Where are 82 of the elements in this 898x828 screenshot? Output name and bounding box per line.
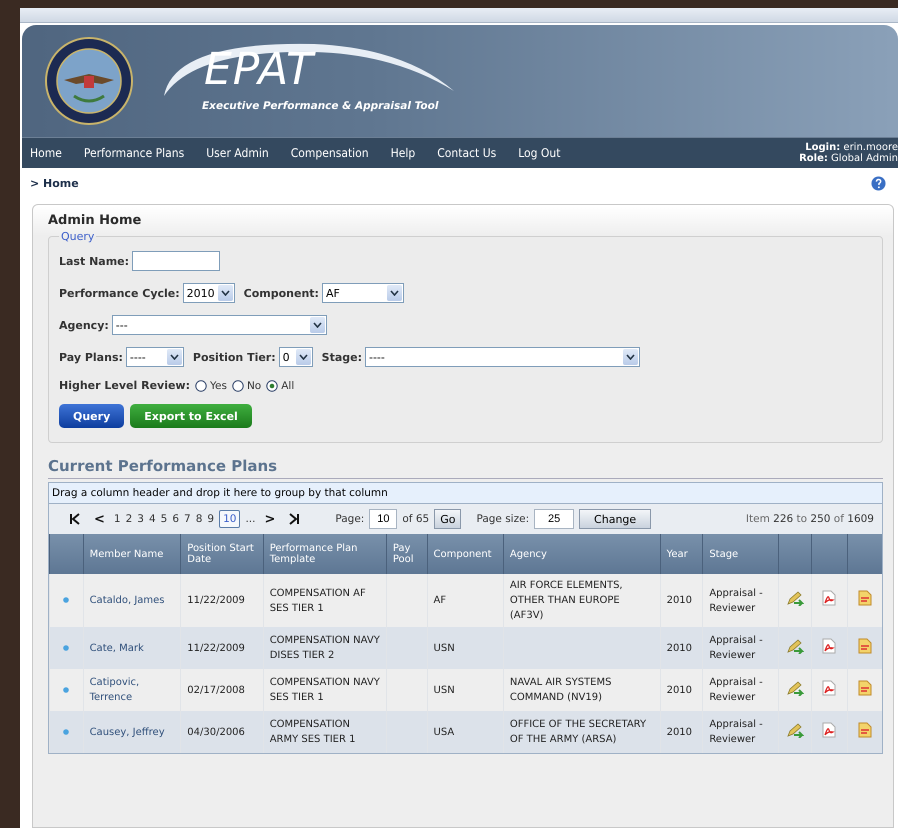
field-label: Agency: xyxy=(59,318,109,332)
page-link[interactable]: 3 xyxy=(137,513,144,525)
table-cell-text: COMPENSATION NAVY SES TIER 1 xyxy=(270,676,380,705)
field-label: Pay Plans: xyxy=(59,350,123,364)
component-dropdown[interactable]: AF xyxy=(322,283,404,303)
next-page-button[interactable]: > xyxy=(264,512,276,526)
page-count: of 65 xyxy=(402,513,430,525)
table-cell-text: Appraisal - Reviewer xyxy=(709,586,764,616)
tier-dropdown[interactable]: 0 xyxy=(278,347,313,367)
page-size-label: Page size: xyxy=(476,513,530,525)
field-label: Performance Cycle: xyxy=(59,286,180,300)
page-link[interactable]: 10 xyxy=(219,510,240,528)
page-link[interactable]: 1 xyxy=(114,513,121,525)
cycle-dropdown[interactable]: 2010 xyxy=(182,283,235,303)
field-label: Higher Level Review: xyxy=(59,379,190,392)
member-name-link[interactable]: Cataldo, James xyxy=(90,593,174,608)
table-cell-text: NAVAL AIR SYSTEMS COMMAND (NV19) xyxy=(510,676,612,705)
field-label: Component: xyxy=(244,286,319,300)
group-drop-area: Drag a column header and drop it here to group by that column xyxy=(49,483,882,504)
table-cell-text: 2010 xyxy=(666,684,694,698)
table-cell-text: COMPENSATION ARMY SES TIER 1 xyxy=(270,718,356,747)
nav-link[interactable]: Compensation xyxy=(290,146,369,160)
agency-dropdown[interactable]: --- xyxy=(112,315,327,335)
table-cell-text: USN xyxy=(434,684,456,698)
table-cell-text: AIR FORCE ELEMENTS, OTHER THAN EUROPE (AF3V) xyxy=(510,579,624,623)
nav-link[interactable]: Contact Us xyxy=(437,146,496,160)
more-pages-link[interactable]: ... xyxy=(245,513,256,525)
query-button[interactable]: Query xyxy=(59,404,124,428)
table-cell-text: OFFICE OF THE SECRETARY OF THE ARMY (ARSA) xyxy=(510,718,648,747)
change-button[interactable]: Change xyxy=(579,509,652,529)
table-cell-text: COMPENSATION AF SES TIER 1 xyxy=(270,586,367,616)
radio-label: Yes xyxy=(210,380,227,392)
radio-label: All xyxy=(281,380,294,392)
nav-link[interactable]: Log Out xyxy=(518,146,560,160)
page-link[interactable]: 8 xyxy=(196,513,202,525)
go-button[interactable]: Go xyxy=(434,509,462,529)
nav-link[interactable]: Home xyxy=(30,146,62,160)
table-cell-text: Appraisal - Reviewer xyxy=(709,676,764,705)
page-field[interactable]: 10 xyxy=(369,509,398,529)
panel-title: Admin Home xyxy=(48,213,142,228)
page-size-field[interactable]: 25 xyxy=(534,509,574,529)
table-cell-text: USN xyxy=(434,642,456,656)
table-cell-text: Appraisal - Reviewer xyxy=(709,634,764,663)
field-label: Stage: xyxy=(322,350,362,364)
stage-dropdown[interactable]: ---- xyxy=(364,347,640,367)
nav-link[interactable]: Help xyxy=(390,146,416,160)
page-link[interactable]: 9 xyxy=(207,513,214,525)
page-link[interactable]: 2 xyxy=(126,513,132,525)
field-label: Position Tier: xyxy=(192,350,276,364)
table-cell-text: 2010 xyxy=(666,726,694,740)
pay-plans-dropdown[interactable]: ---- xyxy=(126,347,184,367)
table-cell-text: 2010 xyxy=(666,642,694,656)
table-cell-text: AF xyxy=(434,594,448,608)
section-title: Current Performance Plans xyxy=(48,457,883,479)
nav-link[interactable]: User Admin xyxy=(206,146,269,160)
column-header[interactable]: Year xyxy=(666,548,696,560)
page-link[interactable]: 7 xyxy=(184,513,191,525)
table-cell-text: USA xyxy=(434,726,456,740)
radio-label: No xyxy=(246,380,262,392)
login-info: Login: erin.moore xyxy=(805,142,898,153)
app-title: EPAT xyxy=(204,44,314,95)
page-link[interactable]: 5 xyxy=(160,513,168,525)
table-cell-text: 11/22/2009 xyxy=(187,594,246,608)
item-summary: Item 226 to 250 of 1609 xyxy=(746,513,875,525)
table-cell-text: Appraisal - Reviewer xyxy=(709,718,764,747)
table-cell-text: COMPENSATION NAVY DISES TIER 2 xyxy=(270,634,380,663)
page-link[interactable]: 6 xyxy=(172,513,180,525)
page-link[interactable]: 4 xyxy=(148,513,156,525)
field-label: Last Name: xyxy=(59,254,130,268)
role-info: Role: Global Admin xyxy=(799,153,898,164)
page-label: Page: xyxy=(335,513,364,525)
query-legend: Query xyxy=(59,230,96,243)
member-name-link[interactable]: Catipovic, Terrence xyxy=(90,675,174,705)
table-cell-text: 2010 xyxy=(666,594,694,608)
previous-page-button[interactable]: < xyxy=(94,512,105,526)
table-cell-text: 02/17/2008 xyxy=(187,684,246,698)
nav-link[interactable]: Performance Plans xyxy=(84,146,184,160)
export-button[interactable]: Export to Excel xyxy=(130,404,252,428)
breadcrumb: > Home xyxy=(30,176,79,190)
table-cell-text: 11/22/2009 xyxy=(187,642,246,656)
app-subtitle: Executive Performance & Appraisal Tool xyxy=(202,100,438,112)
table-cell-text: 04/30/2006 xyxy=(187,726,246,740)
